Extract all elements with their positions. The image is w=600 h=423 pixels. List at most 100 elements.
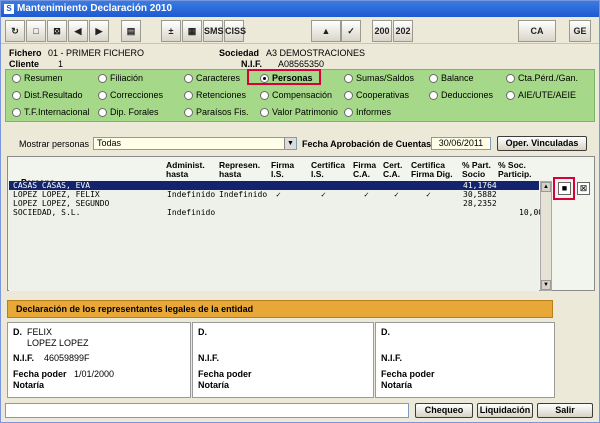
panel-nif-label: N.I.F. [381, 353, 403, 363]
section-option-label: Cta.Pérd./Gan. [518, 73, 579, 83]
section-option[interactable]: Cooperativas [344, 90, 409, 101]
delete-person-button[interactable]: ⊠ [577, 182, 590, 195]
representante-panel: D. N.I.F. Fecha poder Notaría [192, 322, 374, 398]
radio-icon[interactable] [12, 74, 21, 83]
print-button[interactable]: ▤ [121, 20, 141, 42]
column-header-cert-ca[interactable]: Cert. C.A. [383, 161, 402, 179]
table-row[interactable]: LOPEZ LOPEZ, SEGUNDO 28,2352 [9, 199, 539, 208]
section-option[interactable]: AIE/UTE/AEIE [506, 90, 576, 101]
panel-name1[interactable]: FELIX [27, 327, 52, 337]
liquidacion-button[interactable]: Liquidación [477, 403, 533, 418]
chevron-down-icon[interactable]: ▼ [284, 138, 296, 149]
section-option-label: Balance [441, 73, 474, 83]
radio-icon[interactable] [98, 108, 107, 117]
section-option[interactable]: Paraísos Fis. [184, 107, 249, 118]
section-option[interactable]: Dip. Forales [98, 107, 159, 118]
chequeo-button[interactable]: Chequeo [415, 403, 473, 418]
section-option[interactable]: Correcciones [98, 90, 163, 101]
radio-icon[interactable] [184, 91, 193, 100]
column-header-firma-is[interactable]: Firma I.S. [271, 161, 294, 179]
alert-button[interactable]: ▲ [311, 20, 341, 42]
prev-button[interactable]: ◀ [68, 20, 88, 42]
panel-nif[interactable]: 46059899F [44, 353, 90, 363]
table-row[interactable]: LOPEZ LOPEZ, FELIX Indefinido Indefinido ✓ ✓… [9, 190, 539, 199]
radio-icon[interactable] [344, 108, 353, 117]
radio-icon[interactable] [12, 91, 21, 100]
table-scrollbar[interactable]: ▲ ▼ [540, 181, 552, 291]
section-option[interactable]: Filiación [98, 73, 143, 84]
cell-administ: Indefinido [167, 190, 216, 199]
section-option-label: Resumen [24, 73, 63, 83]
section-option[interactable]: Deducciones [429, 90, 493, 101]
column-header-cert-is[interactable]: Certifica I.S. [311, 161, 345, 179]
radio-icon[interactable] [506, 74, 515, 83]
radio-icon[interactable] [260, 108, 269, 117]
column-header-represen[interactable]: Represen. hasta [219, 161, 260, 179]
section-option[interactable]: Compensación [260, 90, 332, 101]
declaracion-title: Declaración de los representantes legale… [7, 300, 553, 318]
radio-icon[interactable] [12, 108, 21, 117]
panel-d-label: D. [198, 327, 207, 337]
toolbar: ↻ □ ⊠ ◀ ▶ ▤ ± ▦ SMS CISS ▲ ✓ 200 202 CA GE [1, 18, 599, 44]
oper-vinculadas-button[interactable]: Oper. Vinculadas [497, 136, 587, 151]
radio-icon[interactable] [344, 74, 353, 83]
new-button[interactable]: □ [26, 20, 46, 42]
table-row[interactable]: SOCIEDAD, S.L. Indefinido 10,000 [9, 208, 548, 217]
model-200-button[interactable]: 200 [372, 20, 392, 42]
column-header-administ[interactable]: Administ. hasta [166, 161, 205, 179]
radio-icon[interactable] [429, 74, 438, 83]
section-option-label: Dist.Resultado [24, 90, 83, 100]
cell-pct-socio: 30,5882 [463, 190, 497, 199]
representante-panel: D. N.I.F. Fecha poder Notaría [375, 322, 555, 398]
radio-icon[interactable] [184, 108, 193, 117]
ciss-button[interactable]: CISS [224, 20, 246, 42]
table-row[interactable]: CASAS CASAS, EVA 41,1764 [9, 181, 539, 190]
section-option[interactable]: Dist.Resultado [12, 90, 83, 101]
validate-button[interactable]: ✓ [341, 20, 361, 42]
column-header-cert-firma-dig[interactable]: Certifica Firma Dig. [411, 161, 453, 179]
fecha-aprobacion-input[interactable]: 30/06/2011 [431, 137, 491, 150]
ca-button[interactable]: CA [518, 20, 556, 42]
section-option-label: AIE/UTE/AEIE [518, 90, 577, 100]
ge-button[interactable]: GE [569, 20, 591, 42]
cell-represen: Indefinido [219, 190, 268, 199]
model-202-button[interactable]: 202 [393, 20, 413, 42]
window-title: Mantenimiento Declaración 2010 [17, 3, 173, 14]
section-option-label: Informes [356, 107, 392, 117]
next-button[interactable]: ▶ [89, 20, 109, 42]
section-option[interactable]: Resumen [12, 73, 63, 84]
section-option[interactable]: Balance [429, 73, 474, 84]
column-header-pct-particip[interactable]: % Soc. Particip. [498, 161, 532, 179]
panel-name2[interactable]: LOPEZ LOPEZ [27, 338, 89, 348]
radio-icon[interactable] [184, 74, 193, 83]
representante-panel: D. FELIX LOPEZ LOPEZ N.I.F. 46059899F Fecha p… [7, 322, 191, 398]
radio-icon[interactable] [260, 91, 269, 100]
radio-icon[interactable] [98, 74, 107, 83]
table-body: CASAS CASAS, EVA 41,1764 LOPEZ LOPEZ, FELI… [9, 181, 548, 291]
radio-icon[interactable] [344, 91, 353, 100]
sms-button[interactable]: SMS [203, 20, 224, 42]
panel-fecha-label: Fecha poder [13, 369, 67, 379]
section-option[interactable]: Informes [344, 107, 391, 118]
section-option[interactable]: Caracteres [184, 73, 240, 84]
section-option[interactable]: Valor Patrimonio [260, 107, 338, 118]
calculator-button[interactable]: ▦ [182, 20, 202, 42]
radio-icon[interactable] [429, 91, 438, 100]
section-option[interactable]: T.F.Internacional [12, 107, 90, 118]
refresh-button[interactable]: ↻ [5, 20, 25, 42]
section-option[interactable]: Retenciones [184, 90, 246, 101]
section-option[interactable]: Cta.Pérd./Gan. [506, 73, 578, 84]
column-header-firma-ca[interactable]: Firma C.A. [353, 161, 376, 179]
delete-button[interactable]: ⊠ [47, 20, 67, 42]
main-window: S Mantenimiento Declaración 2010 ↻ □ ⊠ ◀ ▶ ▤ ±… [0, 0, 600, 423]
section-option[interactable]: Sumas/Saldos [344, 73, 414, 84]
salir-button[interactable]: Salir [537, 403, 593, 418]
column-header-pct-socio[interactable]: % Part. Socio [462, 161, 491, 179]
panel-fecha[interactable]: 1/01/2000 [74, 369, 114, 379]
scroll-down-icon[interactable]: ▼ [541, 280, 551, 290]
scroll-up-icon[interactable]: ▲ [541, 182, 551, 192]
radio-icon[interactable] [506, 91, 515, 100]
plus-minus-button[interactable]: ± [161, 20, 181, 42]
mostrar-select[interactable]: Todas ▼ [93, 137, 297, 150]
radio-icon[interactable] [98, 91, 107, 100]
